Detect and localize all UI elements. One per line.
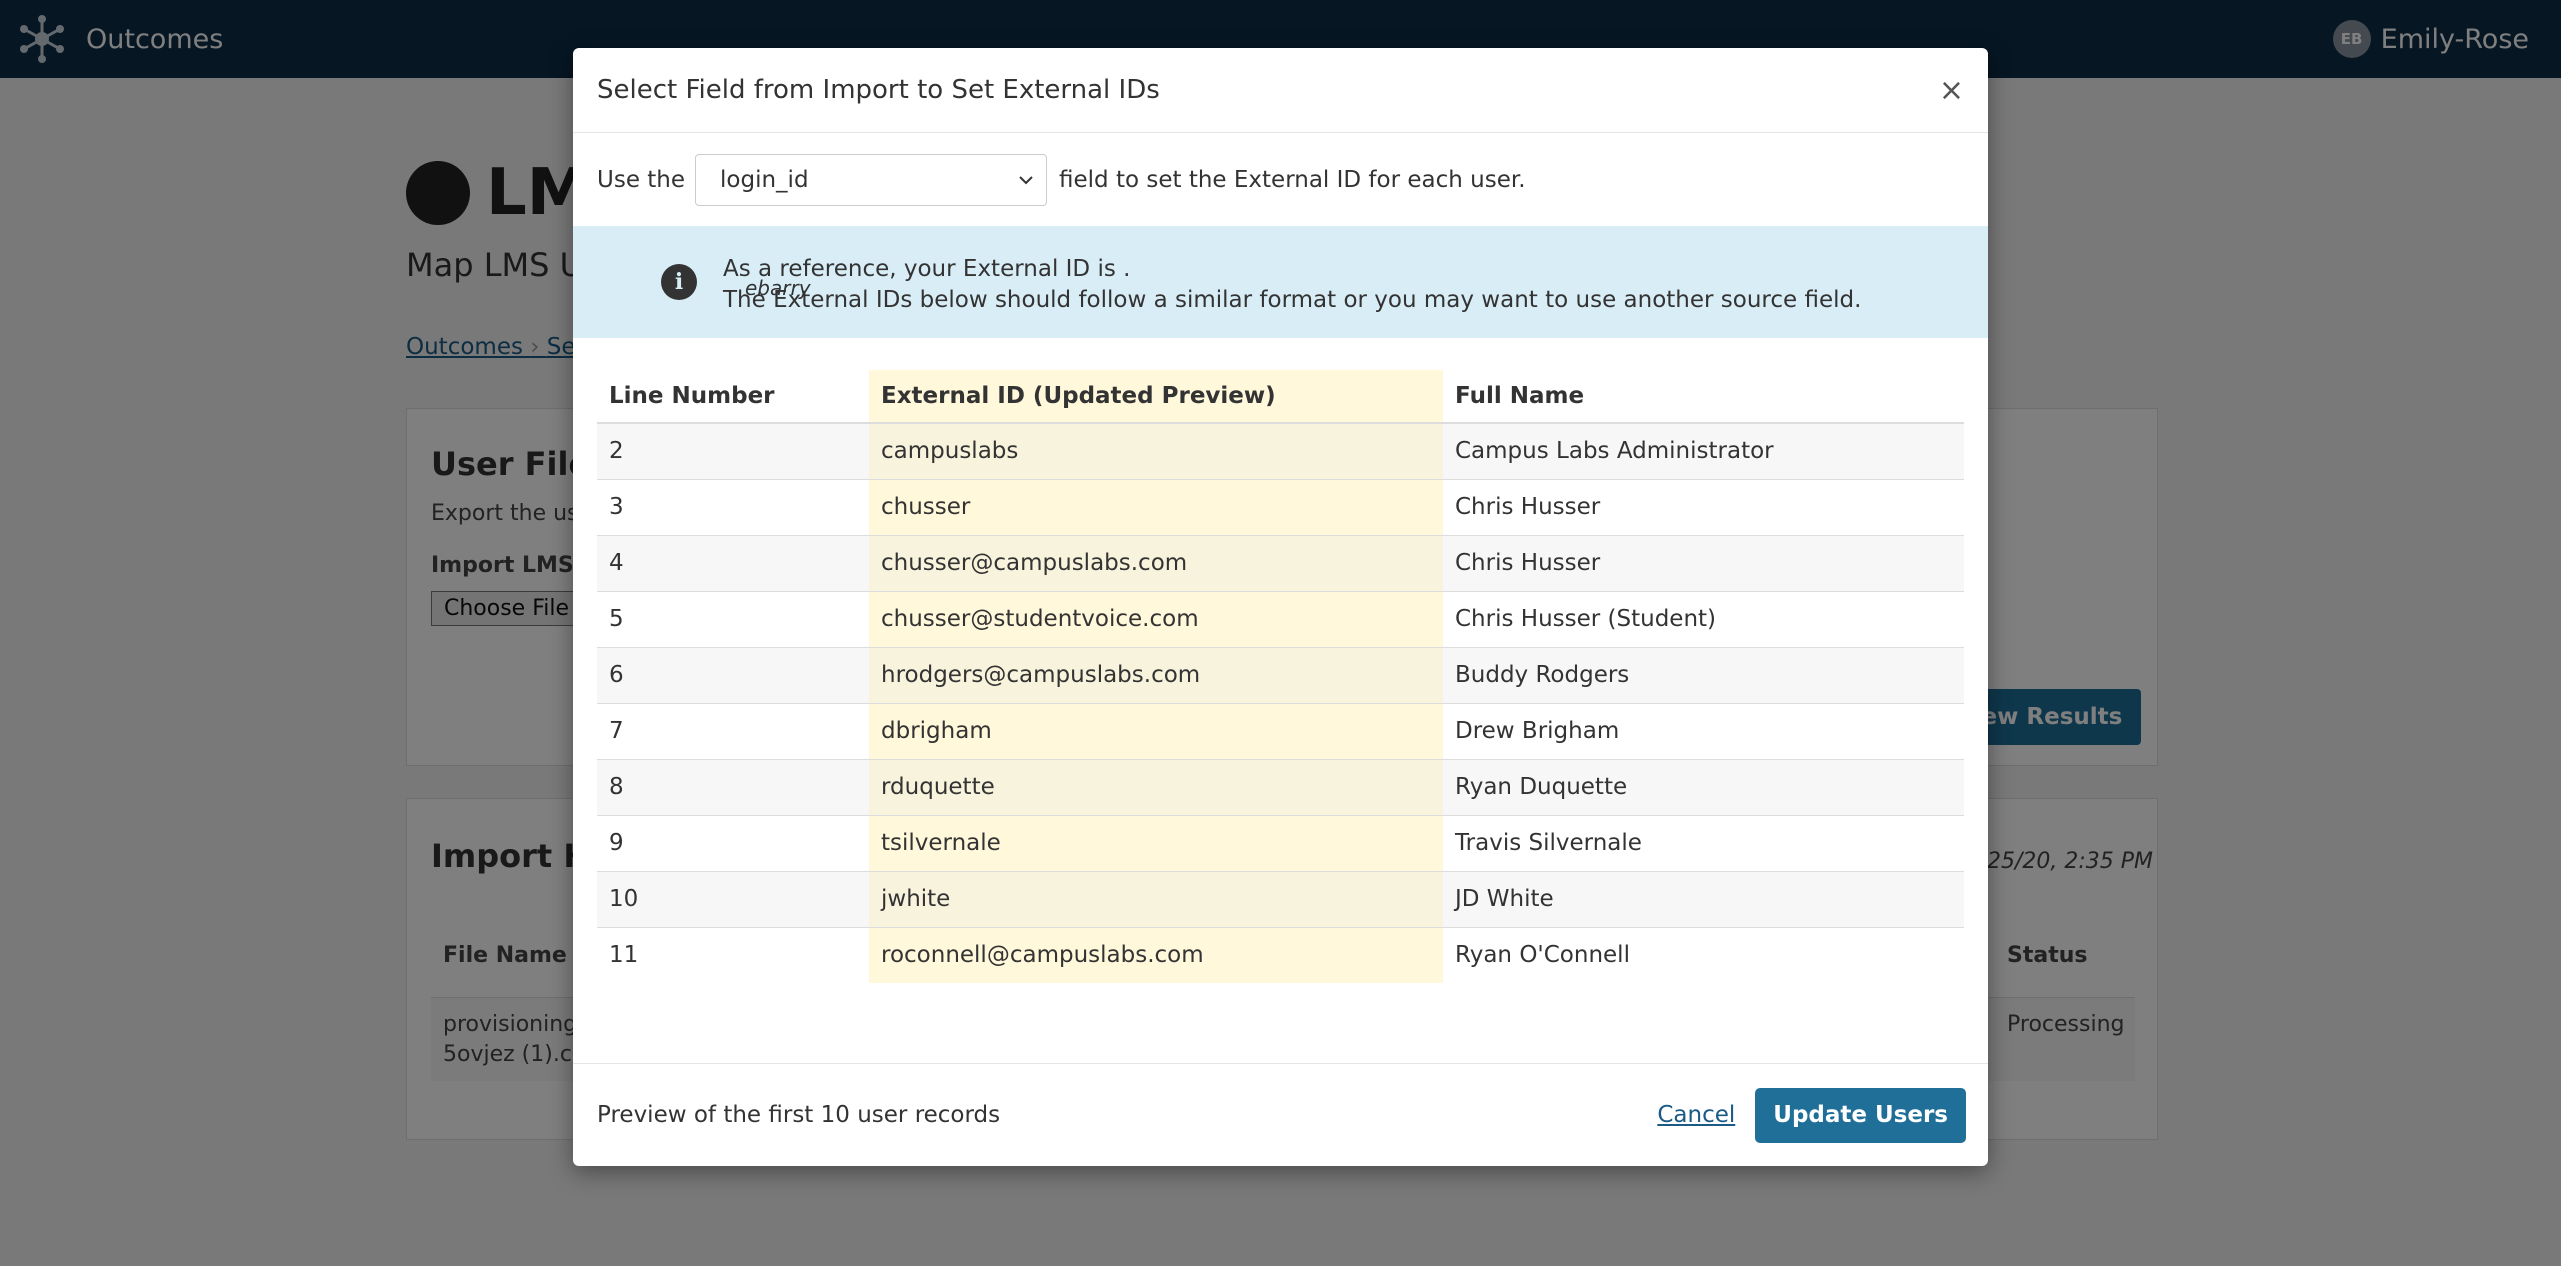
preview-table: Line Number External ID (Updated Preview… — [597, 370, 1964, 983]
modal-title: Select Field from Import to Set External… — [597, 75, 1160, 105]
info-line-2: The External IDs below should follow a s… — [723, 287, 1862, 313]
table-header-row: Line Number External ID (Updated Preview… — [597, 370, 1964, 424]
col-full-name: Full Name — [1443, 370, 1964, 424]
line-number-cell: 5 — [597, 590, 869, 647]
preview-note: Preview of the first 10 user records — [597, 1102, 1001, 1128]
table-row: 5 chusser@studentvoice.com Chris Husser (S… — [597, 590, 1964, 647]
modal-header: Select Field from Import to Set External… — [573, 48, 1988, 133]
info-alert: i As a reference, your External ID is . … — [573, 226, 1988, 338]
external-id-cell: roconnell@campuslabs.com — [869, 926, 1443, 983]
external-id-cell: chusser@studentvoice.com — [869, 590, 1443, 647]
select-value: login_id — [720, 166, 809, 193]
info-line-1: As a reference, your External ID is . — [723, 256, 1131, 282]
line-number-cell: 7 — [597, 702, 869, 759]
field-suffix-label: field to set the External ID for each us… — [1059, 166, 1526, 193]
external-id-cell: chusser — [869, 478, 1443, 535]
table-row: 11 roconnell@campuslabs.com Ryan O'Connell — [597, 926, 1964, 983]
col-external-id: External ID (Updated Preview) — [869, 370, 1443, 424]
table-row: 7 dbrigham Drew Brigham — [597, 702, 1964, 759]
line-number-cell: 9 — [597, 814, 869, 871]
line-number-cell: 3 — [597, 478, 869, 535]
full-name-cell: Buddy Rodgers — [1443, 646, 1964, 703]
use-the-label: Use the — [597, 166, 686, 193]
full-name-cell: Chris Husser (Student) — [1443, 590, 1964, 647]
table-row: 2 campuslabs Campus Labs Administrator — [597, 422, 1964, 479]
update-users-button[interactable]: Update Users — [1755, 1087, 1966, 1143]
line-number-cell: 10 — [597, 870, 869, 927]
full-name-cell: Chris Husser — [1443, 534, 1964, 591]
external-id-cell: chusser@campuslabs.com — [869, 534, 1443, 591]
full-name-cell: Campus Labs Administrator — [1443, 422, 1964, 479]
full-name-cell: Drew Brigham — [1443, 702, 1964, 759]
info-icon: i — [661, 264, 697, 300]
full-name-cell: Ryan Duquette — [1443, 758, 1964, 815]
external-id-cell: rduquette — [869, 758, 1443, 815]
line-number-cell: 4 — [597, 534, 869, 591]
footer-actions: Cancel Update Users — [1657, 1087, 1966, 1143]
full-name-cell: JD White — [1443, 870, 1964, 927]
external-id-cell: dbrigham — [869, 702, 1443, 759]
line-number-cell: 8 — [597, 758, 869, 815]
modal-footer: Preview of the first 10 user records Can… — [573, 1063, 1988, 1166]
full-name-cell: Travis Silvernale — [1443, 814, 1964, 871]
line-number-cell: 2 — [597, 422, 869, 479]
cancel-button[interactable]: Cancel — [1657, 1102, 1735, 1128]
close-icon[interactable]: × — [1939, 73, 1964, 108]
table-row: 6 hrodgers@campuslabs.com Buddy Rodgers — [597, 646, 1964, 703]
external-id-cell: campuslabs — [869, 422, 1443, 479]
sample-external-id: ebarry — [745, 276, 811, 300]
field-selector-row: Use the login_id field to set the Extern… — [573, 133, 1988, 226]
source-field-select[interactable]: login_id — [695, 153, 1048, 206]
table-row: 10 jwhite JD White — [597, 870, 1964, 927]
full-name-cell: Chris Husser — [1443, 478, 1964, 535]
table-row: 4 chusser@campuslabs.com Chris Husser — [597, 534, 1964, 591]
col-line-number: Line Number — [597, 370, 869, 424]
external-id-cell: hrodgers@campuslabs.com — [869, 646, 1443, 703]
external-id-cell: jwhite — [869, 870, 1443, 927]
external-id-cell: tsilvernale — [869, 814, 1443, 871]
table-row: 3 chusser Chris Husser — [597, 478, 1964, 535]
table-row: 8 rduquette Ryan Duquette — [597, 758, 1964, 815]
chevron-down-icon — [1019, 175, 1033, 184]
line-number-cell: 6 — [597, 646, 869, 703]
external-id-modal: Select Field from Import to Set External… — [573, 48, 1988, 1166]
full-name-cell: Ryan O'Connell — [1443, 926, 1964, 983]
line-number-cell: 11 — [597, 926, 869, 983]
info-text: As a reference, your External ID is . Th… — [723, 254, 1861, 316]
table-row: 9 tsilvernale Travis Silvernale — [597, 814, 1964, 871]
